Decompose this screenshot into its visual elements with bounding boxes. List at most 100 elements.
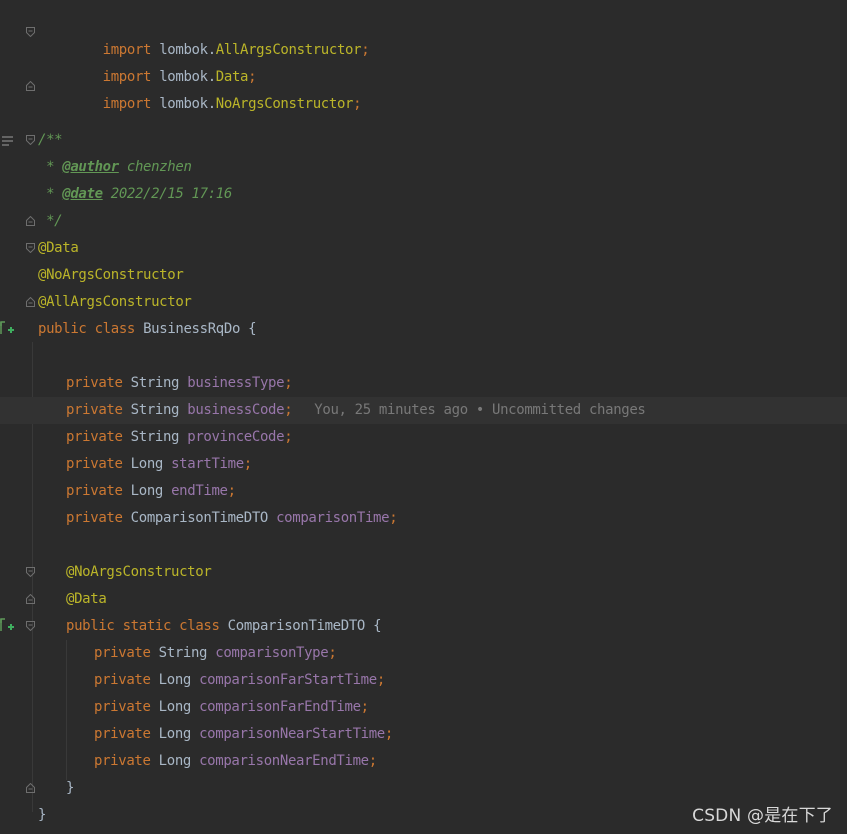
- field-type: String: [130, 429, 180, 445]
- field-type: String: [130, 375, 180, 391]
- modifier: private: [66, 375, 123, 391]
- imported-class: NoArgsConstructor: [215, 96, 354, 112]
- keyword: class: [94, 321, 136, 337]
- fold-icon[interactable]: [26, 621, 35, 631]
- code-line[interactable]: private Long comparisonNearStartTime;: [0, 721, 847, 748]
- closing-brace: }: [66, 780, 75, 796]
- modifier: private: [66, 456, 123, 472]
- code-line[interactable]: @Data: [0, 586, 847, 613]
- code-line[interactable]: import lombok.NoArgsConstructor;: [0, 73, 847, 112]
- javadoc-date-value: 2022/2/15 17:16: [102, 186, 233, 202]
- semicolon: ;: [384, 726, 393, 742]
- annotation: @Data: [38, 240, 79, 256]
- keyword: public: [38, 321, 87, 337]
- semicolon: ;: [243, 456, 252, 472]
- field-name: comparisonFarStartTime: [199, 672, 377, 688]
- class-name: ComparisonTimeDTO: [227, 618, 366, 634]
- javadoc-date-tag: @date: [62, 186, 103, 202]
- semicolon: ;: [360, 699, 369, 715]
- semicolon: ;: [328, 645, 337, 661]
- modifier: private: [94, 699, 151, 715]
- code-line[interactable]: @NoArgsConstructor: [0, 559, 847, 586]
- modifier: private: [94, 753, 151, 769]
- field-type: Long: [158, 699, 192, 715]
- code-line[interactable]: private String businessType;: [0, 370, 847, 397]
- code-line[interactable]: import lombok.Data;: [0, 46, 847, 85]
- code-line[interactable]: private String provinceCode;: [0, 424, 847, 451]
- field-name: comparisonType: [215, 645, 329, 661]
- code-line[interactable]: private Long endTime;: [0, 478, 847, 505]
- fold-end-icon[interactable]: [26, 297, 35, 307]
- semicolon: ;: [389, 510, 398, 526]
- javadoc-author-value: chenzhen: [118, 159, 192, 175]
- semicolon: ;: [284, 402, 293, 418]
- current-code-line[interactable]: private String businessCode; You, 25 minu…: [0, 397, 847, 424]
- code-line[interactable]: private Long comparisonFarStartTime;: [0, 667, 847, 694]
- code-line[interactable]: @AllArgsConstructor: [0, 289, 847, 316]
- field-type: Long: [158, 726, 192, 742]
- field-type: Long: [130, 456, 164, 472]
- fold-icon[interactable]: [26, 243, 35, 253]
- semicolon: ;: [227, 483, 236, 499]
- semicolon: ;: [284, 429, 293, 445]
- field-name: comparisonFarEndTime: [199, 699, 361, 715]
- keyword: static: [122, 618, 172, 634]
- fold-icon[interactable]: [26, 27, 35, 37]
- csdn-watermark: CSDN @是在下了: [692, 806, 833, 826]
- modifier: private: [94, 726, 151, 742]
- semicolon: ;: [284, 375, 293, 391]
- modifier: private: [66, 429, 123, 445]
- modifier: private: [66, 402, 123, 418]
- field-name: comparisonTime: [276, 510, 390, 526]
- code-editor[interactable]: import lombok.AllArgsConstructor; import…: [0, 0, 847, 834]
- code-line[interactable]: private String comparisonType;: [0, 640, 847, 667]
- javadoc-open: /**: [38, 132, 63, 148]
- code-area[interactable]: import lombok.AllArgsConstructor; import…: [0, 0, 847, 834]
- field-name: businessType: [187, 375, 285, 391]
- field-type: ComparisonTimeDTO: [130, 510, 269, 526]
- field-name: comparisonNearEndTime: [199, 753, 369, 769]
- code-line[interactable]: * @date 2022/2/15 17:16: [0, 181, 847, 208]
- implementation-marker-icon[interactable]: [0, 618, 14, 632]
- code-line[interactable]: */: [0, 208, 847, 235]
- modifier: private: [94, 672, 151, 688]
- code-line[interactable]: private Long comparisonFarEndTime;: [0, 694, 847, 721]
- doc-render-icon[interactable]: [1, 133, 15, 147]
- code-line[interactable]: }: [0, 775, 847, 802]
- code-line[interactable]: private ComparisonTimeDTO comparisonTime…: [0, 505, 847, 532]
- field-name: businessCode: [187, 402, 285, 418]
- fold-end-icon[interactable]: [26, 216, 35, 226]
- field-type: Long: [130, 483, 164, 499]
- code-line[interactable]: import lombok.AllArgsConstructor;: [0, 19, 847, 58]
- fold-end-icon[interactable]: [26, 594, 35, 604]
- fold-icon[interactable]: [26, 135, 35, 145]
- field-type: Long: [158, 672, 192, 688]
- javadoc-close: */: [38, 213, 63, 229]
- javadoc-author-tag: @author: [62, 159, 119, 175]
- keyword: import: [102, 96, 152, 112]
- implementation-marker-icon[interactable]: [0, 321, 14, 335]
- code-line[interactable]: * @author chenzhen: [0, 154, 847, 181]
- field-type: String: [158, 645, 208, 661]
- code-line[interactable]: @Data: [0, 235, 847, 262]
- code-line[interactable]: private Long comparisonNearEndTime;: [0, 748, 847, 775]
- modifier: private: [66, 510, 123, 526]
- semicolon: ;: [353, 96, 362, 112]
- code-line[interactable]: public static class ComparisonTimeDTO {: [0, 613, 847, 640]
- code-line[interactable]: /**: [0, 127, 847, 154]
- git-blame-annotation[interactable]: You, 25 minutes ago • Uncommitted change…: [314, 402, 646, 418]
- brace: {: [365, 618, 382, 634]
- keyword: public: [66, 618, 115, 634]
- closing-brace: }: [38, 807, 47, 823]
- code-line[interactable]: private Long startTime;: [0, 451, 847, 478]
- code-line[interactable]: @NoArgsConstructor: [0, 262, 847, 289]
- annotation: @NoArgsConstructor: [38, 267, 184, 283]
- javadoc-star: *: [38, 186, 63, 202]
- fold-end-icon[interactable]: [26, 783, 35, 793]
- package-name: lombok.: [159, 96, 216, 112]
- javadoc-star: *: [38, 159, 63, 175]
- code-line[interactable]: public class BusinessRqDo {: [0, 316, 847, 343]
- annotation: @AllArgsConstructor: [38, 294, 192, 310]
- fold-end-icon[interactable]: [26, 81, 35, 91]
- fold-icon[interactable]: [26, 567, 35, 577]
